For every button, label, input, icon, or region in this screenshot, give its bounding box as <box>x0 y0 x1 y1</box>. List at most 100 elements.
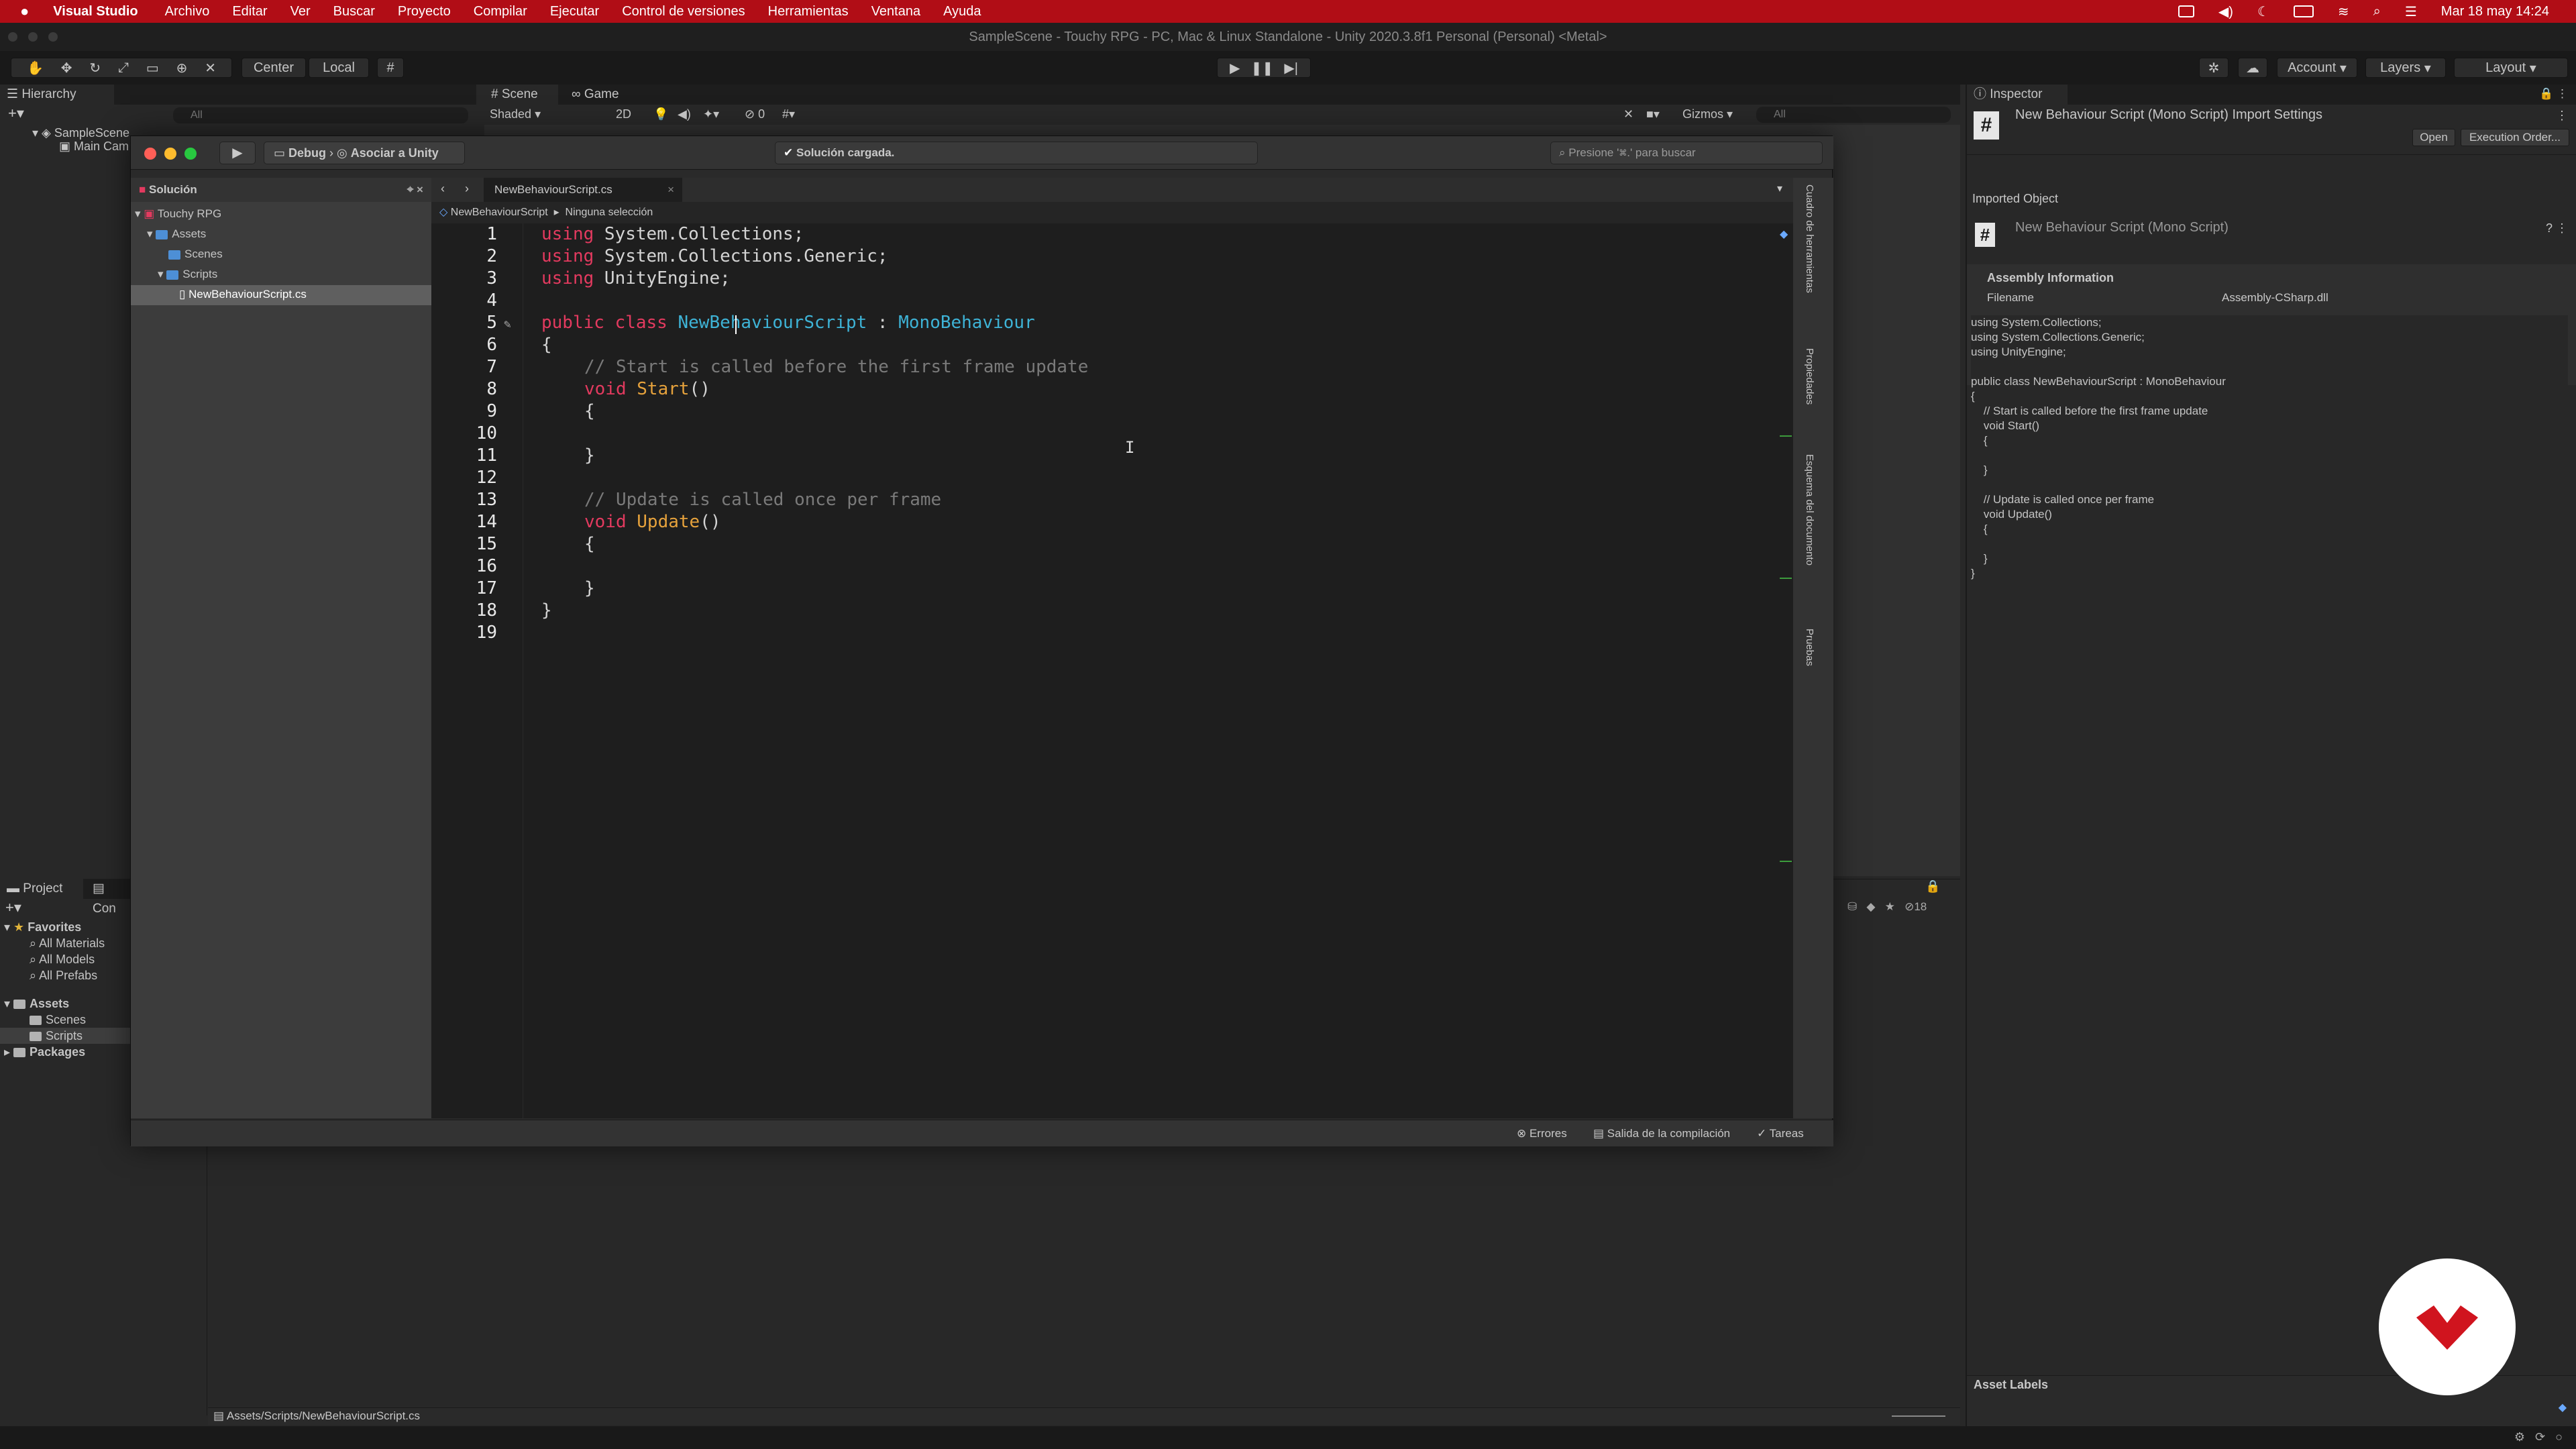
vs-run-config[interactable]: ▭ Debug › ◎ Asociar a Unity <box>264 142 465 164</box>
vs-minimize-button[interactable] <box>164 148 176 160</box>
pivot-local-button[interactable]: Local <box>309 58 369 78</box>
lock-icon[interactable]: 🔒 <box>1925 879 1940 894</box>
hierarchy-item-scene[interactable]: ▾ ◈ SampleScene <box>32 126 129 140</box>
tab-project[interactable]: ▬ Project <box>0 879 83 899</box>
menu-proyecto[interactable]: Proyecto <box>398 4 451 19</box>
help-icon[interactable]: ? ⋮ <box>2546 221 2568 235</box>
menu-compilar[interactable]: Compilar <box>474 4 527 19</box>
inspector-context-icon[interactable]: ⋮ <box>2556 109 2568 123</box>
breadcrumb-member[interactable]: Ninguna selección <box>566 207 653 218</box>
icon-size-slider[interactable] <box>1892 1415 1945 1417</box>
apple-menu-icon[interactable]: ● <box>20 3 29 20</box>
inspector-menu-icon[interactable]: 🔒 ⋮ <box>2539 87 2568 101</box>
unity-close-dot[interactable] <box>8 32 17 42</box>
shading-dropdown[interactable]: Shaded ▾ <box>490 107 604 121</box>
vs-run-button[interactable]: ▶ <box>219 142 256 164</box>
menu-ventana[interactable]: Ventana <box>871 4 920 19</box>
tree-scenes[interactable]: Scenes <box>168 248 223 261</box>
filter-label-icon[interactable]: ◆ <box>1866 900 1875 913</box>
hidden-objects-count[interactable]: ⊘ 0 <box>745 107 765 121</box>
rect-tool-icon[interactable]: ▭ <box>146 60 159 76</box>
menu-buscar[interactable]: Buscar <box>333 4 375 19</box>
audio-icon[interactable]: ◀) <box>678 107 691 121</box>
pad-pruebas[interactable]: Pruebas <box>1804 629 1815 666</box>
spotlight-search-icon[interactable]: ⌕ <box>2373 4 2381 19</box>
status-tasks[interactable]: ✓ Tareas <box>1757 1127 1804 1140</box>
project-assets-folder[interactable]: ▾ Assets <box>4 997 69 1011</box>
menu-archivo[interactable]: Archivo <box>165 4 210 19</box>
vs-zoom-button[interactable] <box>184 148 197 160</box>
hierarchy-search-input[interactable]: All <box>173 107 468 123</box>
cloud-icon[interactable]: ☁ <box>2238 58 2267 78</box>
console-icon[interactable]: ○ <box>2555 1430 2563 1444</box>
transform-tool-icon[interactable]: ⊕ <box>176 60 188 76</box>
volume-icon[interactable]: ◀) <box>2218 3 2233 20</box>
hierarchy-item-camera[interactable]: ▣ Main Cam <box>59 140 129 154</box>
layout-dropdown[interactable]: Layout ▾ <box>2454 58 2568 78</box>
tree-file-newbehaviourscript[interactable]: ▯ NewBehaviourScript.cs <box>179 288 307 301</box>
collab-icon[interactable]: ✲ <box>2199 58 2229 78</box>
close-tab-icon[interactable]: × <box>667 178 674 202</box>
menu-ejecutar[interactable]: Ejecutar <box>550 4 599 19</box>
battery-icon[interactable] <box>2293 5 2314 17</box>
tree-root[interactable]: ▾ ▣ Touchy RPG <box>135 207 221 221</box>
menu-ayuda[interactable]: Ayuda <box>943 4 981 19</box>
code-editor[interactable]: 1 2 3 4 5 6 7 8 9 10 11 12 13 14 15 16 1… <box>431 223 1793 1118</box>
wifi-icon[interactable]: ≋ <box>2338 3 2349 20</box>
tab-inspector[interactable]: ⓘ Inspector <box>1967 85 2068 105</box>
tools-icon[interactable]: ✕ <box>1623 107 1633 121</box>
project-scripts-folder[interactable]: Scripts <box>30 1029 83 1043</box>
create-asset-icon[interactable]: +▾ <box>5 899 21 916</box>
tab-scene[interactable]: # Scene <box>484 85 558 105</box>
account-dropdown[interactable]: Account ▾ <box>2277 58 2357 78</box>
fav-all-materials[interactable]: ⌕ All Materials <box>30 936 105 951</box>
pause-icon[interactable]: ❚❚ <box>1251 60 1274 76</box>
layers-dropdown[interactable]: Layers ▾ <box>2365 58 2446 78</box>
app-menu[interactable]: Visual Studio <box>53 4 138 19</box>
step-icon[interactable]: ▶| <box>1284 60 1298 76</box>
favorites-section[interactable]: ▾ ★ Favorites <box>4 920 81 934</box>
mode-2d-button[interactable]: 2D <box>616 107 631 121</box>
execution-order-button[interactable]: Execution Order... <box>2461 129 2569 146</box>
status-errors[interactable]: ⊗ Errores <box>1517 1127 1567 1140</box>
menu-editar[interactable]: Editar <box>232 4 267 19</box>
grid-snap-icon[interactable]: # <box>377 58 404 78</box>
pad-cuadro-herramientas[interactable]: Cuadro de herramientas <box>1804 184 1815 293</box>
project-packages-folder[interactable]: ▸ Packages <box>4 1045 85 1059</box>
control-center-icon[interactable]: ☰ <box>2405 3 2417 20</box>
pad-esquema-documento[interactable]: Esquema del documento <box>1804 454 1815 566</box>
tab-overflow-icon[interactable]: ▾ <box>1777 182 1782 195</box>
scale-tool-icon[interactable]: ⤢ <box>118 60 129 76</box>
project-scenes-folder[interactable]: Scenes <box>30 1013 86 1027</box>
clock[interactable]: Mar 18 may 14:24 <box>2441 4 2549 19</box>
moon-icon[interactable]: ☾ <box>2257 3 2269 20</box>
fav-all-models[interactable]: ⌕ All Models <box>30 953 95 967</box>
play-icon[interactable]: ▶ <box>1230 60 1240 76</box>
tab-console[interactable]: ▤ Con <box>86 879 133 916</box>
breadcrumb-class[interactable]: NewBehaviourScript <box>451 207 548 218</box>
menu-ver[interactable]: Ver <box>290 4 311 19</box>
move-tool-icon[interactable]: ✥ <box>61 60 72 76</box>
hidden-packages-count[interactable]: ⊘18 <box>1904 900 1927 913</box>
rotate-tool-icon[interactable]: ↻ <box>89 60 101 76</box>
grid-icon[interactable]: #▾ <box>782 107 795 121</box>
favorite-icon[interactable]: ★ <box>1885 900 1895 913</box>
custom-tool-icon[interactable]: ✕ <box>205 60 216 76</box>
vs-close-button[interactable] <box>144 148 156 160</box>
nav-back-icon[interactable]: ‹ <box>441 182 445 196</box>
unity-minimize-dot[interactable] <box>28 32 38 42</box>
filter-type-icon[interactable]: ⛁ <box>1847 900 1857 913</box>
pad-propiedades[interactable]: Propiedades <box>1804 348 1815 405</box>
screen-record-icon[interactable] <box>2178 5 2194 17</box>
camera-icon[interactable]: ■▾ <box>1646 107 1660 121</box>
lighting-icon[interactable]: 💡 <box>653 107 668 121</box>
unity-zoom-dot[interactable] <box>48 32 58 42</box>
tree-assets[interactable]: ▾ Assets <box>147 227 206 241</box>
tab-newbehaviourscript[interactable]: NewBehaviourScript.cs × <box>484 178 682 202</box>
status-build-output[interactable]: ▤ Salida de la compilación <box>1593 1127 1730 1140</box>
solution-pad-controls[interactable]: ⌖ × <box>407 178 423 202</box>
vs-search-input[interactable]: ⌕ Presione '⌘.' para buscar <box>1550 142 1823 164</box>
quick-fix-icon[interactable]: ✎ <box>504 313 511 335</box>
menu-control-versiones[interactable]: Control de versiones <box>622 4 745 19</box>
hand-tool-icon[interactable]: ✋ <box>27 60 44 76</box>
